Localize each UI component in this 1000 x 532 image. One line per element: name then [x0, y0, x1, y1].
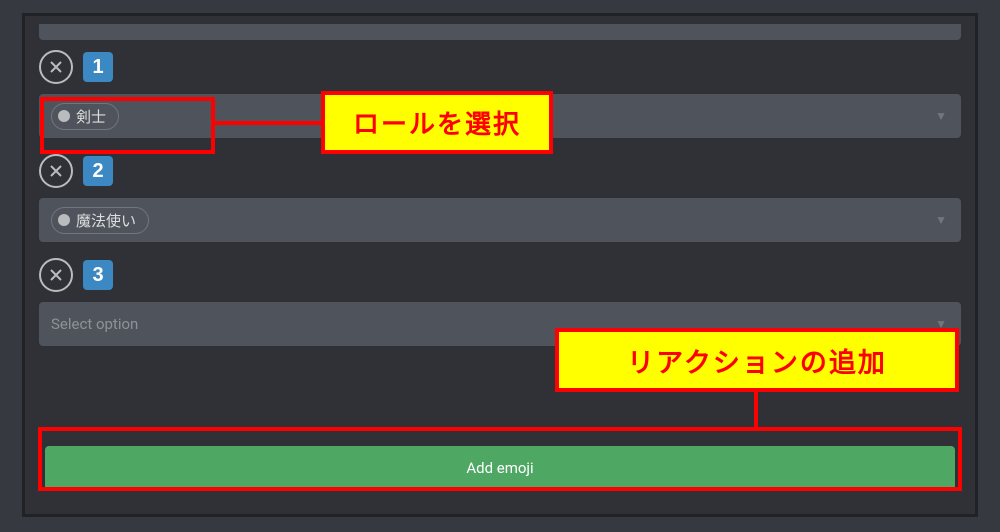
close-icon — [48, 267, 64, 283]
row-header: 1 — [39, 50, 961, 84]
role-chip[interactable]: 剣士 — [51, 103, 119, 130]
role-chip-label: 剣士 — [76, 106, 106, 127]
role-select[interactable]: 魔法使い ▼ — [39, 198, 961, 242]
row-number-badge: 1 — [83, 52, 113, 82]
remove-row-button[interactable] — [39, 50, 73, 84]
role-select[interactable]: 剣士 ▼ — [39, 94, 961, 138]
row-number-badge: 2 — [83, 156, 113, 186]
role-color-dot — [58, 110, 70, 122]
close-icon — [48, 163, 64, 179]
previous-row-sliver — [39, 24, 961, 40]
chevron-down-icon: ▼ — [935, 317, 947, 331]
add-emoji-button[interactable]: Add emoji — [45, 446, 955, 490]
row-header: 3 — [39, 258, 961, 292]
chevron-down-icon: ▼ — [935, 213, 947, 227]
select-placeholder: Select option — [51, 315, 138, 333]
row-header: 2 — [39, 154, 961, 188]
remove-row-button[interactable] — [39, 258, 73, 292]
role-color-dot — [58, 214, 70, 226]
add-emoji-label: Add emoji — [466, 459, 533, 477]
row-number-badge: 3 — [83, 260, 113, 290]
close-icon — [48, 59, 64, 75]
remove-row-button[interactable] — [39, 154, 73, 188]
chevron-down-icon: ▼ — [935, 109, 947, 123]
panel: 1 剣士 ▼ 2 魔法使い ▼ 3 Select option ▼ Add em… — [22, 13, 978, 517]
role-chip[interactable]: 魔法使い — [51, 207, 149, 234]
role-chip-label: 魔法使い — [76, 210, 136, 231]
role-select-empty[interactable]: Select option ▼ — [39, 302, 961, 346]
